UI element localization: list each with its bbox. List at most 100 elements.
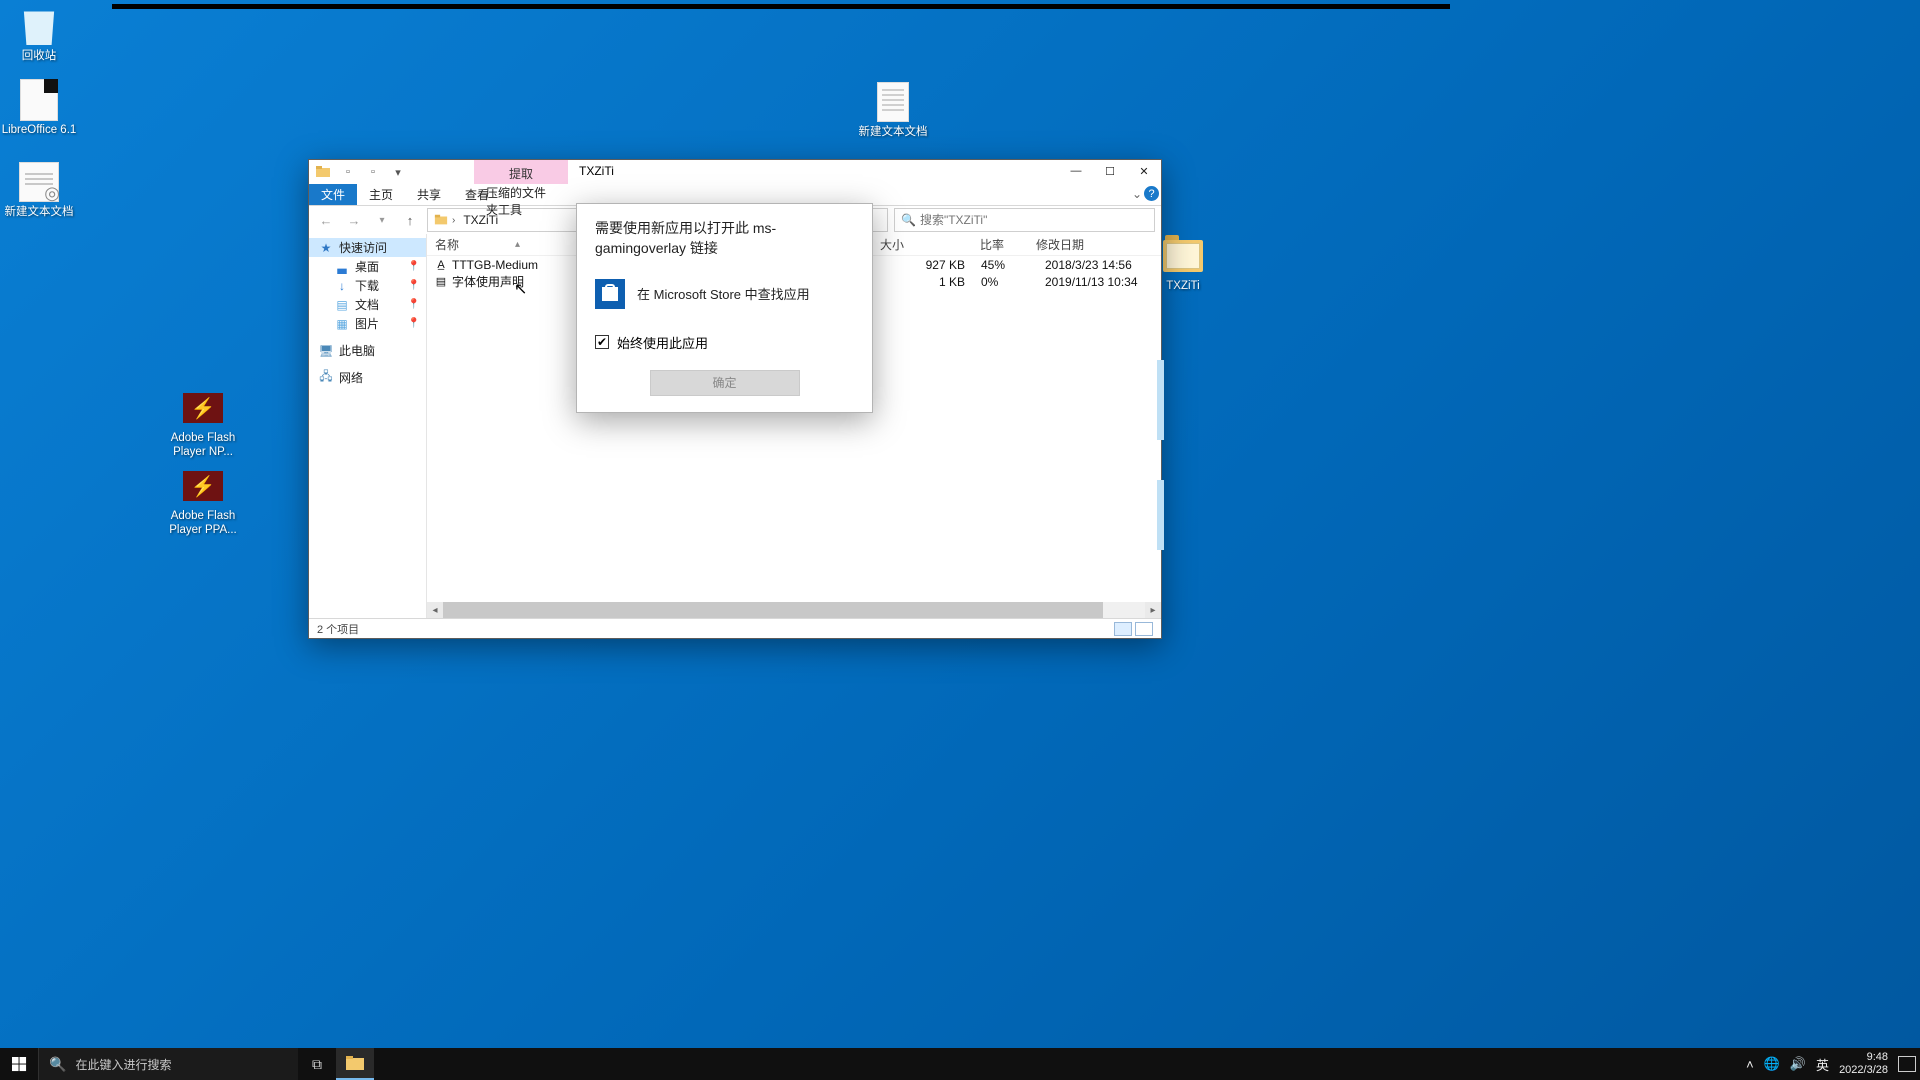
collapse-ribbon-icon[interactable]: ⌄: [1132, 187, 1142, 201]
sidebar-desktop[interactable]: ▃桌面📍: [309, 257, 426, 276]
clock[interactable]: 9:48 2022/3/28: [1839, 1051, 1888, 1076]
col-name[interactable]: 名称: [435, 236, 459, 253]
scroll-thumb[interactable]: [443, 602, 1103, 618]
top-divider: [112, 4, 1450, 9]
checkbox-label: 始终使用此应用: [617, 333, 708, 352]
pin-icon: 📍: [408, 299, 420, 310]
tray-overflow-icon[interactable]: ˄: [1746, 1057, 1754, 1072]
qat-button[interactable]: ▫: [336, 161, 360, 183]
navigation-pane: ★快速访问 ▃桌面📍 ↓下载📍 ▤文档📍 ▦图片📍 🖥此电脑 🖧网络: [309, 234, 427, 618]
desktop-icon-newtext-center[interactable]: 新建文本文档: [854, 82, 932, 139]
action-center-icon[interactable]: [1898, 1056, 1916, 1072]
desktop-icon-flash-ppa[interactable]: ⚡ Adobe Flash Player PPA...: [164, 466, 242, 538]
file-size: 927 KB: [881, 258, 981, 272]
vertical-scroll-sliver: [1157, 480, 1164, 550]
pictures-icon: ▦: [335, 317, 349, 331]
clock-time: 9:48: [1839, 1051, 1888, 1064]
titlebar[interactable]: ▫ ▫ ▾ 提取 TXZiTi — ☐ ✕: [309, 160, 1161, 184]
pin-icon: 📍: [408, 261, 420, 272]
store-label: 在 Microsoft Store 中查找应用: [637, 284, 810, 303]
horizontal-scrollbar[interactable]: ◂ ▸: [427, 602, 1161, 618]
sidebar-quick-access[interactable]: ★快速访问: [309, 238, 426, 257]
chevron-right-icon[interactable]: ›: [452, 215, 455, 226]
col-ratio[interactable]: 比率: [972, 236, 1028, 253]
tab-share[interactable]: 共享: [405, 184, 453, 205]
file-date: 2019/11/13 10:34: [1037, 275, 1161, 289]
desktop-icon-libreoffice[interactable]: LibreOffice 6.1: [0, 80, 78, 137]
taskbar-search[interactable]: 🔍 在此键入进行搜索: [38, 1048, 298, 1080]
up-button[interactable]: ↑: [399, 209, 421, 231]
zip-folder-icon: [1163, 240, 1203, 272]
close-button[interactable]: ✕: [1127, 160, 1161, 182]
tab-zip-tools[interactable]: 压缩的文件夹工具: [474, 184, 568, 218]
sidebar-documents[interactable]: ▤文档📍: [309, 295, 426, 314]
pin-icon: 📍: [408, 318, 420, 329]
qat-button[interactable]: ▫: [361, 161, 385, 183]
tab-file[interactable]: 文件: [309, 184, 357, 205]
col-size[interactable]: 大小: [872, 236, 972, 253]
file-date: 2018/3/23 14:56: [1037, 258, 1161, 272]
file-ratio: 45%: [981, 258, 1037, 272]
tab-home[interactable]: 主页: [357, 184, 405, 205]
ms-store-icon: [595, 279, 625, 309]
checkbox-checked-icon[interactable]: ✔: [595, 335, 609, 349]
forward-button[interactable]: →: [343, 209, 365, 231]
star-icon: ★: [319, 241, 333, 255]
taskbar: 🔍 在此键入进行搜索 ⧉ ˄ 🌐 🔊 英 9:48 2022/3/28: [0, 1048, 1920, 1080]
vertical-scroll-sliver: [1157, 360, 1164, 440]
flash-icon: ⚡: [183, 471, 223, 501]
scroll-left-icon[interactable]: ◂: [427, 602, 443, 618]
windows-logo-icon: [12, 1057, 27, 1072]
window-title: TXZiTi: [579, 160, 614, 182]
sidebar-downloads[interactable]: ↓下载📍: [309, 276, 426, 295]
path-root[interactable]: ›: [430, 209, 459, 231]
search-box[interactable]: 🔍: [894, 208, 1155, 232]
volume-icon[interactable]: 🔊: [1790, 1056, 1806, 1072]
icon-label: Adobe Flash Player PPA...: [164, 509, 242, 538]
sidebar-label: 网络: [339, 369, 363, 386]
ime-indicator[interactable]: 英: [1816, 1055, 1829, 1074]
documents-icon: ▤: [335, 298, 349, 312]
desktop-icon-flash-np[interactable]: ⚡ Adobe Flash Player NP...: [164, 388, 242, 460]
recent-dropdown[interactable]: ▾: [371, 209, 393, 231]
quick-access-toolbar: ▫ ▫ ▾: [309, 160, 412, 184]
icon-label: 新建文本文档: [859, 125, 928, 139]
clock-date: 2022/3/28: [1839, 1064, 1888, 1077]
ok-button[interactable]: 确定: [650, 370, 800, 396]
start-button[interactable]: [0, 1048, 38, 1080]
scroll-track[interactable]: [443, 602, 1145, 618]
sidebar-this-pc[interactable]: 🖥此电脑: [309, 341, 426, 360]
status-bar: 2 个项目: [309, 618, 1161, 638]
search-placeholder: 在此键入进行搜索: [75, 1056, 171, 1073]
sidebar-pictures[interactable]: ▦图片📍: [309, 314, 426, 333]
desktop-icon-newtext-left[interactable]: 新建文本文档: [0, 162, 78, 219]
sidebar-label: 下载: [355, 277, 379, 294]
network-icon[interactable]: 🌐: [1764, 1056, 1780, 1072]
help-icon[interactable]: ?: [1144, 186, 1159, 201]
icon-label: TXZiTi: [1166, 279, 1199, 293]
view-icons-button[interactable]: [1135, 622, 1153, 636]
view-details-button[interactable]: [1114, 622, 1132, 636]
desktop-icon-recycle-bin[interactable]: 回收站: [0, 6, 78, 63]
status-text: 2 个项目: [317, 621, 359, 637]
always-use-row[interactable]: ✔ 始终使用此应用: [595, 333, 854, 352]
icon-label: 回收站: [22, 49, 57, 63]
ribbon-right: ⌄ ?: [1132, 186, 1159, 201]
search-input[interactable]: [920, 213, 1148, 227]
qat-dropdown[interactable]: ▾: [386, 161, 410, 183]
taskbar-explorer[interactable]: [336, 1048, 374, 1080]
system-tray: ˄ 🌐 🔊 英 9:48 2022/3/28: [1746, 1048, 1920, 1080]
recycle-bin-icon: [21, 7, 57, 45]
contextual-tab-extract[interactable]: 提取: [474, 160, 568, 186]
store-option[interactable]: 在 Microsoft Store 中查找应用: [595, 279, 854, 309]
col-date[interactable]: 修改日期: [1028, 236, 1161, 253]
back-button[interactable]: ←: [315, 209, 337, 231]
dialog-heading: 需要使用新应用以打开此 ms-gamingoverlay 链接: [595, 218, 854, 259]
search-icon: 🔍: [901, 213, 916, 227]
task-view-button[interactable]: ⧉: [298, 1048, 336, 1080]
sidebar-network[interactable]: 🖧网络: [309, 368, 426, 387]
minimize-button[interactable]: —: [1059, 160, 1093, 182]
maximize-button[interactable]: ☐: [1093, 160, 1127, 182]
scroll-right-icon[interactable]: ▸: [1145, 602, 1161, 618]
icon-label: Adobe Flash Player NP...: [164, 431, 242, 460]
